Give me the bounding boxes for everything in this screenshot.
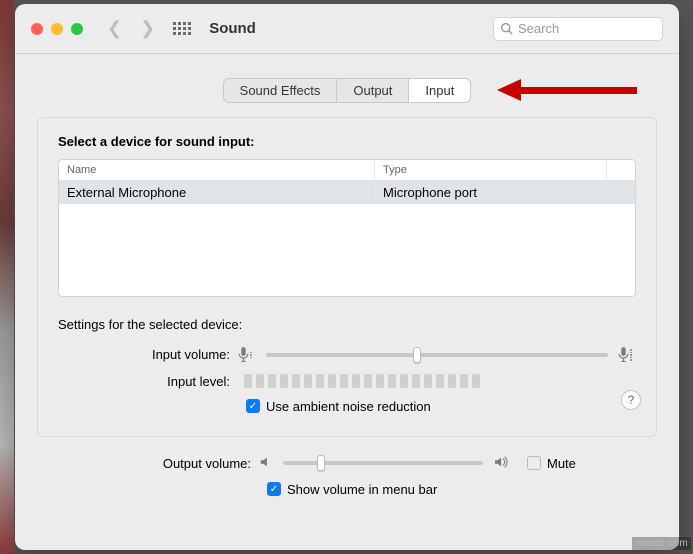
help-button[interactable]: ? xyxy=(621,390,641,410)
page-title: Sound xyxy=(209,20,256,37)
input-level-meter xyxy=(244,374,480,388)
zoom-icon[interactable] xyxy=(71,23,83,35)
menubar-label: Show volume in menu bar xyxy=(287,482,437,497)
desktop-background xyxy=(0,0,14,554)
forward-button: ❯ xyxy=(140,18,155,39)
col-spacer xyxy=(607,160,635,180)
nav-buttons: ❮ ❯ xyxy=(107,18,155,39)
ambient-checkbox[interactable]: ✓ xyxy=(246,399,260,413)
window-controls xyxy=(31,23,83,35)
input-volume-row: Input volume: xyxy=(58,346,636,364)
watermark: wsxdn.com xyxy=(632,537,691,550)
input-device-table[interactable]: Name Type External Microphone Microphone… xyxy=(58,159,636,297)
ambient-row: ✓ Use ambient noise reduction xyxy=(58,399,636,414)
ambient-label: Use ambient noise reduction xyxy=(266,399,431,414)
input-volume-label: Input volume: xyxy=(58,347,238,362)
device-select-heading: Select a device for sound input: xyxy=(58,134,636,149)
tab-sound-effects[interactable]: Sound Effects xyxy=(224,79,338,102)
output-volume-label: Output volume: xyxy=(79,456,259,471)
titlebar: ❮ ❯ Sound Search xyxy=(15,4,679,54)
search-icon xyxy=(500,22,513,35)
tab-output[interactable]: Output xyxy=(337,79,409,102)
col-type[interactable]: Type xyxy=(375,160,607,180)
show-all-icon[interactable] xyxy=(173,22,191,35)
output-volume-slider[interactable] xyxy=(283,461,483,465)
close-icon[interactable] xyxy=(31,23,43,35)
table-header: Name Type xyxy=(59,160,635,181)
input-level-label: Input level: xyxy=(58,374,238,389)
mute-checkbox[interactable] xyxy=(527,456,541,470)
input-volume-slider[interactable] xyxy=(266,353,608,357)
search-placeholder: Search xyxy=(518,21,559,36)
mic-low-icon xyxy=(238,346,256,364)
input-panel: Select a device for sound input: Name Ty… xyxy=(37,117,657,437)
col-name[interactable]: Name xyxy=(59,160,375,180)
minimize-icon[interactable] xyxy=(51,23,63,35)
tab-input[interactable]: Input xyxy=(409,79,470,102)
annotation-arrow xyxy=(497,81,637,99)
search-input[interactable]: Search xyxy=(493,17,663,41)
speaker-high-icon xyxy=(493,455,511,472)
table-row[interactable]: External Microphone Microphone port xyxy=(59,181,635,204)
menubar-checkbox[interactable]: ✓ xyxy=(267,482,281,496)
back-button[interactable]: ❮ xyxy=(107,18,122,39)
slider-thumb[interactable] xyxy=(317,455,325,471)
menubar-row: ✓ Show volume in menu bar xyxy=(79,482,615,497)
sound-prefs-window: ❮ ❯ Sound Search Sound Effects Output In… xyxy=(15,4,679,550)
cell-name: External Microphone xyxy=(59,181,375,204)
input-level-row: Input level: xyxy=(58,374,636,389)
device-settings-heading: Settings for the selected device: xyxy=(58,317,636,332)
slider-thumb[interactable] xyxy=(413,347,421,363)
tab-bar: Sound Effects Output Input xyxy=(223,78,472,103)
cell-type: Microphone port xyxy=(375,181,635,204)
mute-label: Mute xyxy=(547,456,576,471)
output-section: Output volume: Mute ✓ Show volume in men… xyxy=(37,437,657,497)
mic-high-icon xyxy=(618,346,636,364)
speaker-low-icon xyxy=(259,455,273,472)
